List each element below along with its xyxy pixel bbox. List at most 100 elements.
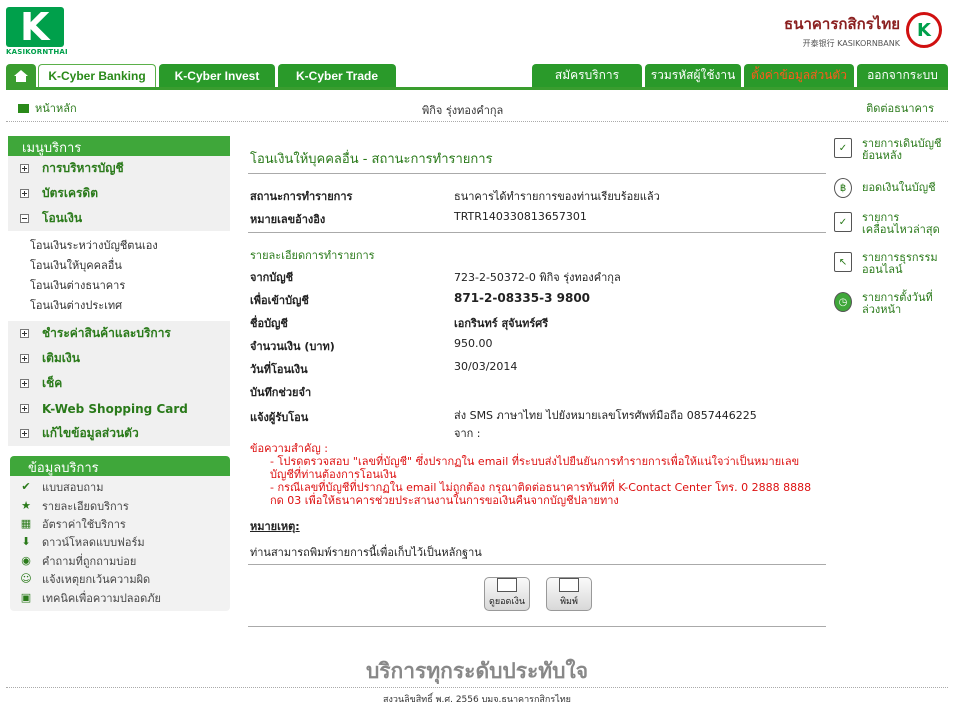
- amount-value: 950.00: [454, 337, 493, 350]
- quick-link-balance[interactable]: ฿ ยอดเงินในบัญชี: [834, 178, 950, 198]
- info-label: แจ้งเหตุยกเว้นความผิด: [42, 573, 151, 587]
- reference-value: TRTR140330813657301: [454, 210, 587, 223]
- user-name: พิกิจ รุ่งทองคำกุล: [422, 104, 504, 117]
- remark-title: หมายเหตุ:: [250, 520, 300, 533]
- slogan: บริการทุกระดับประทับใจ: [365, 659, 589, 683]
- people-icon: ☺: [20, 572, 32, 586]
- view-balance-label: ดูยอดเงิน: [489, 597, 525, 607]
- table-icon: ▦: [20, 516, 32, 530]
- menu-label: แก้ไขข้อมูลส่วนตัว: [42, 426, 139, 440]
- note-1: - โปรดตรวจสอบ "เลขที่บัญชี" ซึ่งปรากฏใน …: [270, 455, 800, 481]
- print-label: พิมพ์: [560, 597, 578, 607]
- submenu-interbank[interactable]: โอนเงินต่างธนาคาร: [8, 275, 230, 295]
- expand-icon: [20, 164, 29, 173]
- checkmark-icon: ✔: [21, 480, 31, 494]
- divider: [6, 687, 948, 688]
- money-bag-icon: ฿: [834, 178, 852, 198]
- collapse-icon: [20, 214, 29, 223]
- service-menu: การบริหารบัญชี บัตรเครดิต โอนเงิน โอนเงิ…: [8, 156, 230, 446]
- quick-link-statement[interactable]: ✓ รายการเดินบัญชีย้อนหลัง: [834, 138, 950, 162]
- search-balance-icon: [497, 578, 517, 592]
- info-label: เทคนิคเพื่อความปลอดภัย: [42, 591, 161, 605]
- home-icon: [14, 69, 28, 82]
- tab-combine-userid[interactable]: รวมรหัสผู้ใช้งาน: [645, 64, 741, 87]
- tab-personal-settings[interactable]: ตั้งค่าข้อมูลส่วนตัว: [744, 64, 854, 87]
- tab-register[interactable]: สมัครบริการ: [532, 64, 642, 87]
- service-info-title: ข้อมูลบริการ: [10, 456, 230, 476]
- info-download-forms[interactable]: ⬇ ดาวน์โหลดแบบฟอร์ม: [10, 533, 230, 551]
- menu-k-web-shopping-card[interactable]: K-Web Shopping Card: [8, 396, 230, 421]
- contact-bank-link[interactable]: ติดต่อธนาคาร: [866, 99, 934, 117]
- question-icon: ◉: [21, 553, 31, 567]
- submenu-own-accounts[interactable]: โอนเงินระหว่างบัญชีตนเอง: [8, 235, 230, 255]
- notes-title: ข้อความสำคัญ :: [250, 442, 328, 455]
- transfer-submenu: โอนเงินระหว่างบัญชีตนเอง โอนเงินให้บุคคล…: [8, 231, 230, 321]
- tab-k-cyber-banking[interactable]: K-Cyber Banking: [38, 64, 156, 87]
- menu-credit-card[interactable]: บัตรเครดิต: [8, 181, 230, 206]
- print-button[interactable]: พิมพ์: [546, 577, 592, 611]
- account-name-label: ชื่อบัญชี: [250, 317, 288, 330]
- menu-label: K-Web Shopping Card: [42, 401, 188, 416]
- expand-icon: [20, 404, 29, 413]
- info-label: ดาวน์โหลดแบบฟอร์ม: [42, 536, 145, 550]
- quick-link-label: ยอดเงินในบัญชี: [862, 181, 936, 194]
- info-survey[interactable]: ✔ แบบสอบถาม: [10, 478, 230, 496]
- info-label: แบบสอบถาม: [42, 481, 104, 495]
- download-icon: ⬇: [21, 535, 31, 549]
- submenu-third-party[interactable]: โอนเงินให้บุคคลอื่น: [8, 255, 230, 275]
- menu-bill-payment[interactable]: ชำระค่าสินค้าและบริการ: [8, 321, 230, 346]
- printer-icon: [559, 578, 579, 592]
- tab-k-cyber-invest[interactable]: K-Cyber Invest: [159, 64, 275, 87]
- quick-link-recent[interactable]: ✓ รายการเคลื่อนไหวล่าสุด: [834, 212, 950, 236]
- info-fees[interactable]: ▦ อัตราค่าใช้บริการ: [10, 515, 230, 533]
- sub-bar: หน้าหลัก พิกิจ รุ่งทองคำกุล ติดต่อธนาคาร: [10, 97, 944, 117]
- divider: [248, 564, 826, 565]
- tab-underline: [6, 87, 948, 90]
- menu-label: เช็ค: [42, 376, 63, 390]
- info-faq[interactable]: ◉ คำถามที่ถูกถามบ่อย: [10, 552, 230, 570]
- page-title: โอนเงินให้บุคคลอื่น - สถานะการทำรายการ: [250, 152, 493, 167]
- home-link[interactable]: หน้าหลัก: [18, 99, 77, 117]
- service-info-list: ✔ แบบสอบถาม ★ รายละเอียดบริการ ▦ อัตราค่าใช…: [10, 476, 230, 611]
- monitor-icon: ↖: [834, 252, 852, 272]
- view-balance-button[interactable]: ดูยอดเงิน: [484, 577, 530, 611]
- clock-icon: ◷: [834, 292, 852, 312]
- quick-link-label: รายการตั้งวันที่ล่วงหน้า: [862, 291, 933, 316]
- home-grid-icon: [18, 103, 29, 113]
- copyright: สงวนลิขสิทธิ์ พ.ศ. 2556 บมจ.ธนาคารกสิกรไ…: [383, 695, 571, 705]
- menu-label: ชำระค่าสินค้าและบริการ: [42, 326, 171, 340]
- submenu-international[interactable]: โอนเงินต่างประเทศ: [8, 295, 230, 315]
- notify-value: ส่ง SMS ภาษาไทย ไปยังหมายเลขโทรศัพท์มือถ…: [454, 406, 824, 442]
- kasikorn-logo[interactable]: K KASIKORNTHAI: [6, 5, 70, 59]
- menu-cheque[interactable]: เช็ค: [8, 371, 230, 396]
- detail-section-title: รายละเอียดการทำรายการ: [250, 249, 375, 262]
- expand-icon: [20, 329, 29, 338]
- menu-top-up[interactable]: เติมเงิน: [8, 346, 230, 371]
- bank-brand: ธนาคารกสิกรไทย 开泰银行 KASIKORNBANK K: [784, 8, 942, 52]
- amount-label: จำนวนเงิน (บาท): [250, 340, 335, 353]
- info-disclaimer[interactable]: ☺ แจ้งเหตุยกเว้นความผิด: [10, 570, 230, 588]
- from-account-value: 723-2-50372-0 พิกิจ รุ่งทองคำกุล: [454, 271, 621, 284]
- info-service-details[interactable]: ★ รายละเอียดบริการ: [10, 496, 230, 514]
- tab-logout[interactable]: ออกจากระบบ: [857, 64, 948, 87]
- quick-link-online-transactions[interactable]: ↖ รายการธุรกรรมออนไลน์: [834, 252, 950, 276]
- tab-k-cyber-trade[interactable]: K-Cyber Trade: [278, 64, 396, 87]
- menu-account-management[interactable]: การบริหารบัญชี: [8, 156, 230, 181]
- menu-transfer[interactable]: โอนเงิน: [8, 206, 230, 231]
- home-tab[interactable]: [6, 64, 36, 87]
- info-security-tips[interactable]: ▣ เทคนิคเพื่อความปลอดภัย: [10, 588, 230, 606]
- reference-label: หมายเลขอ้างอิง: [250, 213, 326, 226]
- divider: [6, 121, 948, 122]
- expand-icon: [20, 189, 29, 198]
- menu-label: การบริหารบัญชี: [42, 161, 124, 175]
- quick-link-scheduled[interactable]: ◷ รายการตั้งวันที่ล่วงหน้า: [834, 292, 950, 316]
- notify-sms-text: ส่ง SMS ภาษาไทย ไปยังหมายเลขโทรศัพท์มือถ…: [454, 409, 757, 422]
- important-notes: ข้อความสำคัญ : - โปรดตรวจสอบ "เลขที่บัญช…: [250, 442, 820, 507]
- info-label: คำถามที่ถูกถามบ่อย: [42, 554, 137, 568]
- expand-icon: [20, 429, 29, 438]
- menu-label: โอนเงิน: [42, 211, 83, 225]
- bank-name-en: 开泰银行 KASIKORNBANK: [802, 38, 900, 48]
- status-label: สถานะการทำรายการ: [250, 190, 353, 203]
- menu-edit-profile[interactable]: แก้ไขข้อมูลส่วนตัว: [8, 421, 230, 446]
- info-label: อัตราค่าใช้บริการ: [42, 517, 126, 531]
